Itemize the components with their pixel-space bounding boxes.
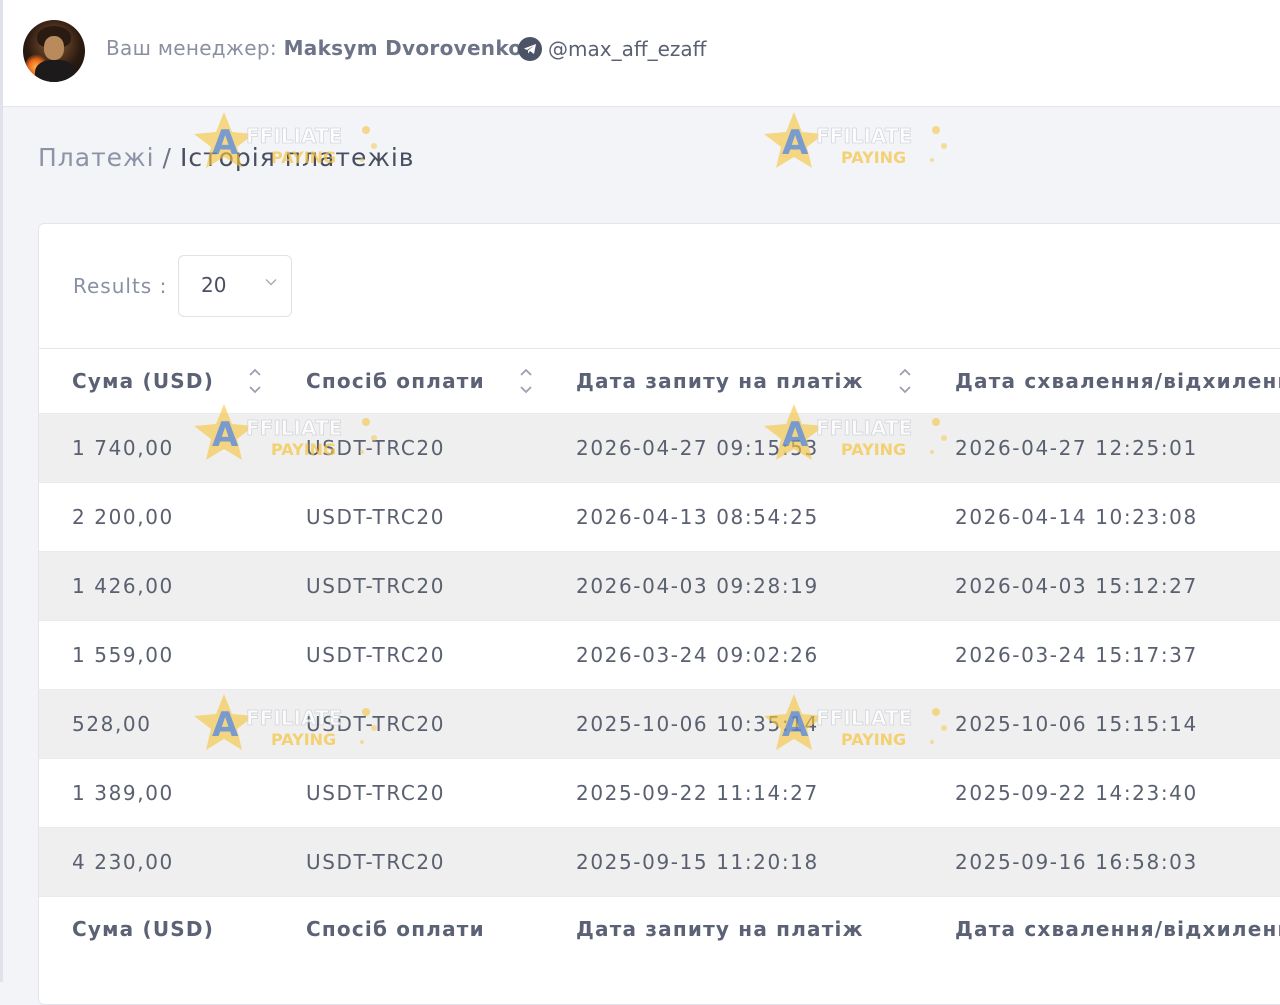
approval-date-cell: 2026-04-27 12:25:01 (955, 436, 1198, 460)
approval-date-cell: 2026-04-14 10:23:08 (955, 505, 1198, 529)
approval-date-cell: 2025-09-16 16:58:03 (955, 850, 1198, 874)
approval-date-cell: 2026-03-24 15:17:37 (955, 643, 1198, 667)
column-header-amount[interactable]: Сума (USD) (72, 349, 214, 413)
svg-text:PAYING: PAYING (841, 148, 906, 167)
telegram-icon (518, 37, 542, 61)
watermark-logo: A FFILIATE PAYING (764, 112, 947, 168)
request-date-cell: 2025-10-06 10:35:14 (576, 712, 819, 736)
sort-icon[interactable] (247, 365, 263, 397)
table-row: 528,00 USDT-TRC20 2025-10-06 10:35:14 20… (39, 689, 1280, 758)
table-row: 1 559,00 USDT-TRC20 2026-03-24 09:02:26 … (39, 620, 1280, 689)
chevron-down-icon (265, 279, 277, 286)
page-left-edge (0, 0, 3, 982)
table-row: 1 740,00 USDT-TRC20 2026-04-27 09:15:53 … (39, 413, 1280, 482)
svg-text:FFILIATE: FFILIATE (816, 124, 912, 148)
table-row: 4 230,00 USDT-TRC20 2025-09-15 11:20:18 … (39, 827, 1280, 896)
manager-name: Maksym Dvorovenko (283, 36, 523, 60)
amount-cell: 1 389,00 (72, 781, 174, 805)
amount-cell: 528,00 (72, 712, 152, 736)
method-cell: USDT-TRC20 (306, 712, 446, 736)
manager-label: Ваш менеджер: (106, 36, 277, 60)
request-date-cell: 2025-09-22 11:14:27 (576, 781, 819, 805)
method-cell: USDT-TRC20 (306, 505, 446, 529)
footer-header-amount: Сума (USD) (72, 917, 215, 941)
table-row: 2 200,00 USDT-TRC20 2026-04-13 08:54:25 … (39, 482, 1280, 551)
method-cell: USDT-TRC20 (306, 574, 446, 598)
column-header-method[interactable]: Спосіб оплати (306, 349, 485, 413)
footer-header-approval-date: Дата схвалення/відхилення г (955, 917, 1280, 941)
request-date-cell: 2026-04-13 08:54:25 (576, 505, 819, 529)
footer-header-method: Спосіб оплати (306, 917, 485, 941)
payments-table: Сума (USD) Спосіб оплати Дата запиту на … (39, 348, 1280, 961)
breadcrumb-root[interactable]: Платежі (38, 143, 155, 172)
breadcrumb-separator: / (162, 143, 172, 172)
amount-cell: 1 426,00 (72, 574, 174, 598)
method-cell: USDT-TRC20 (306, 643, 446, 667)
table-row: 1 389,00 USDT-TRC20 2025-09-22 11:14:27 … (39, 758, 1280, 827)
request-date-cell: 2026-04-27 09:15:53 (576, 436, 819, 460)
sort-icon[interactable] (518, 365, 534, 397)
telegram-contact[interactable]: @max_aff_ezaff (518, 37, 706, 61)
footer-header-request-date: Дата запиту на платіж (576, 917, 864, 941)
results-selected-value: 20 (201, 273, 227, 297)
method-cell: USDT-TRC20 (306, 436, 446, 460)
column-header-approval-date[interactable]: Дата схвалення/відхилення (955, 349, 1280, 413)
breadcrumb-current: Історія платежів (179, 143, 415, 172)
sort-icon[interactable] (897, 365, 913, 397)
approval-date-cell: 2026-04-03 15:12:27 (955, 574, 1198, 598)
table-header-row: Сума (USD) Спосіб оплати Дата запиту на … (39, 348, 1280, 413)
column-header-request-date[interactable]: Дата запиту на платіж (576, 349, 864, 413)
amount-cell: 4 230,00 (72, 850, 174, 874)
svg-text:A: A (782, 123, 809, 163)
request-date-cell: 2025-09-15 11:20:18 (576, 850, 819, 874)
method-cell: USDT-TRC20 (306, 850, 446, 874)
top-bar: Ваш менеджер: Maksym Dvorovenko @max_aff… (3, 0, 1280, 107)
request-date-cell: 2026-04-03 09:28:19 (576, 574, 819, 598)
results-per-page-select[interactable]: 20 (178, 255, 292, 317)
method-cell: USDT-TRC20 (306, 781, 446, 805)
amount-cell: 1 559,00 (72, 643, 174, 667)
table-footer-row: Сума (USD) Спосіб оплати Дата запиту на … (39, 896, 1280, 961)
table-row: 1 426,00 USDT-TRC20 2026-04-03 09:28:19 … (39, 551, 1280, 620)
telegram-handle[interactable]: @max_aff_ezaff (548, 37, 706, 61)
request-date-cell: 2026-03-24 09:02:26 (576, 643, 819, 667)
amount-cell: 1 740,00 (72, 436, 174, 460)
avatar[interactable] (23, 20, 85, 82)
results-label: Results : (73, 274, 168, 298)
payments-card: Results : 20 Сума (USD) Спосіб оплати Да… (38, 223, 1280, 1005)
approval-date-cell: 2025-10-06 15:15:14 (955, 712, 1198, 736)
manager-info: Ваш менеджер: Maksym Dvorovenko (106, 36, 522, 60)
approval-date-cell: 2025-09-22 14:23:40 (955, 781, 1198, 805)
breadcrumb: Платежі / Історія платежів (38, 143, 415, 172)
amount-cell: 2 200,00 (72, 505, 174, 529)
